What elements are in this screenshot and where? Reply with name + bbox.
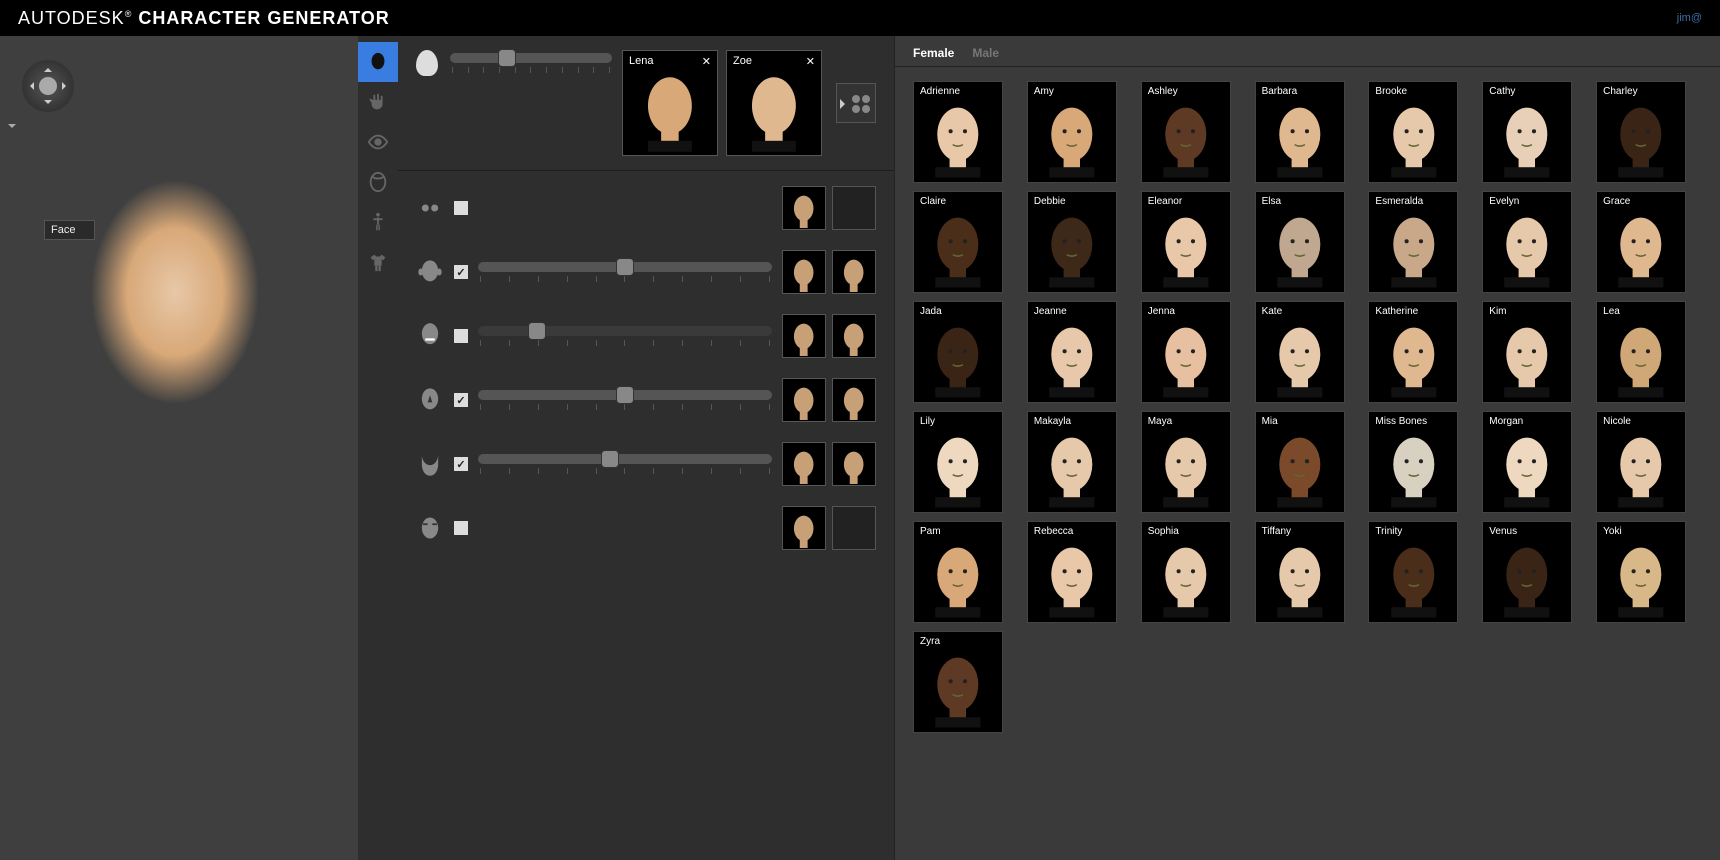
tab-clothing[interactable] — [358, 242, 398, 282]
eyes-thumb-a[interactable] — [782, 186, 826, 230]
viewport-3d[interactable]: Face — [0, 36, 358, 860]
nose-blend-slider[interactable] — [478, 390, 772, 410]
brows-icon — [416, 514, 444, 542]
preset-claire[interactable]: Claire — [913, 191, 1003, 293]
preset-kim[interactable]: Kim — [1482, 301, 1572, 403]
preset-evelyn[interactable]: Evelyn — [1482, 191, 1572, 293]
user-link[interactable]: jim@ — [1677, 12, 1702, 24]
preset-jenna[interactable]: Jenna — [1141, 301, 1231, 403]
feature-row-ears — [416, 249, 876, 295]
preset-zyra[interactable]: Zyra — [913, 631, 1003, 733]
feature-row-nose — [416, 377, 876, 423]
jaw-blend-slider[interactable] — [478, 454, 772, 474]
tab-eye[interactable] — [358, 122, 398, 162]
preset-pam[interactable]: Pam — [913, 521, 1003, 623]
ears-override-checkbox[interactable] — [454, 265, 468, 279]
ears-icon — [416, 258, 444, 286]
remove-source-b[interactable]: ✕ — [806, 55, 815, 68]
mouth-override-checkbox[interactable] — [454, 329, 468, 343]
preset-brooke[interactable]: Brooke — [1368, 81, 1458, 183]
gender-tab-male[interactable]: Male — [972, 46, 999, 60]
eyes-icon — [416, 194, 444, 222]
preset-nicole[interactable]: Nicole — [1596, 411, 1686, 513]
mouth-thumb-b[interactable] — [832, 314, 876, 358]
preset-elsa[interactable]: Elsa — [1255, 191, 1345, 293]
orbit-control[interactable] — [22, 60, 74, 112]
preset-esmeralda[interactable]: Esmeralda — [1368, 191, 1458, 293]
feature-row-jaw — [416, 441, 876, 487]
nose-thumb-b[interactable] — [832, 378, 876, 422]
app-header: AUTODESK® CHARACTER GENERATOR jim@ — [0, 0, 1720, 36]
preset-gallery: Female Male Adrienne Amy Ashley Barbara Brook… — [894, 36, 1720, 860]
preset-rebecca[interactable]: Rebecca — [1027, 521, 1117, 623]
gender-tabs: Female Male — [895, 36, 1720, 67]
gender-tab-female[interactable]: Female — [913, 46, 954, 60]
preset-charley[interactable]: Charley — [1596, 81, 1686, 183]
eyes-thumb-b[interactable] — [832, 186, 876, 230]
tab-hair[interactable] — [358, 162, 398, 202]
nose-icon — [416, 386, 444, 414]
preset-lily[interactable]: Lily — [913, 411, 1003, 513]
preset-maya[interactable]: Maya — [1141, 411, 1231, 513]
preset-adrienne[interactable]: Adrienne — [913, 81, 1003, 183]
nose-override-checkbox[interactable] — [454, 393, 468, 407]
category-tabs — [358, 36, 398, 860]
character-preview — [70, 156, 280, 496]
nose-thumb-a[interactable] — [782, 378, 826, 422]
preset-lea[interactable]: Lea — [1596, 301, 1686, 403]
eyes-override-checkbox[interactable] — [454, 201, 468, 215]
jaw-icon — [416, 450, 444, 478]
tab-hand[interactable] — [358, 82, 398, 122]
preset-tiffany[interactable]: Tiffany — [1255, 521, 1345, 623]
jaw-override-checkbox[interactable] — [454, 457, 468, 471]
preset-eleanor[interactable]: Eleanor — [1141, 191, 1231, 293]
preset-makayla[interactable]: Makayla — [1027, 411, 1117, 513]
preset-ashley[interactable]: Ashley — [1141, 81, 1231, 183]
mouth-thumb-a[interactable] — [782, 314, 826, 358]
preset-jeanne[interactable]: Jeanne — [1027, 301, 1117, 403]
jaw-thumb-a[interactable] — [782, 442, 826, 486]
preset-miss-bones[interactable]: Miss Bones — [1368, 411, 1458, 513]
mouth-blend-slider[interactable] — [478, 326, 772, 346]
brows-override-checkbox[interactable] — [454, 521, 468, 535]
blend-panel: Lena ✕ Zoe ✕ — [398, 36, 894, 860]
ears-thumb-b[interactable] — [832, 250, 876, 294]
tab-face[interactable] — [358, 42, 398, 82]
jaw-thumb-b[interactable] — [832, 442, 876, 486]
brows-thumb-a[interactable] — [782, 506, 826, 550]
preset-sophia[interactable]: Sophia — [1141, 521, 1231, 623]
preset-venus[interactable]: Venus — [1482, 521, 1572, 623]
preset-grace[interactable]: Grace — [1596, 191, 1686, 293]
face-icon — [416, 50, 438, 76]
tab-body[interactable] — [358, 202, 398, 242]
preset-amy[interactable]: Amy — [1027, 81, 1117, 183]
preset-katherine[interactable]: Katherine — [1368, 301, 1458, 403]
preset-kate[interactable]: Kate — [1255, 301, 1345, 403]
mouth-icon — [416, 322, 444, 350]
feature-row-brows — [416, 505, 876, 551]
preset-cathy[interactable]: Cathy — [1482, 81, 1572, 183]
preset-morgan[interactable]: Morgan — [1482, 411, 1572, 513]
brows-thumb-b[interactable] — [832, 506, 876, 550]
source-b-slot[interactable]: Zoe ✕ — [726, 50, 822, 156]
preset-debbie[interactable]: Debbie — [1027, 191, 1117, 293]
ears-blend-slider[interactable] — [478, 262, 772, 282]
feature-row-eyes — [416, 185, 876, 231]
toggle-gallery-button[interactable] — [836, 83, 876, 123]
feature-row-mouth — [416, 313, 876, 359]
app-title: AUTODESK® CHARACTER GENERATOR — [18, 8, 390, 29]
remove-source-a[interactable]: ✕ — [702, 55, 711, 68]
global-blend-slider[interactable] — [450, 53, 612, 73]
preset-barbara[interactable]: Barbara — [1255, 81, 1345, 183]
preset-mia[interactable]: Mia — [1255, 411, 1345, 513]
ears-thumb-a[interactable] — [782, 250, 826, 294]
source-a-slot[interactable]: Lena ✕ — [622, 50, 718, 156]
preset-jada[interactable]: Jada — [913, 301, 1003, 403]
preset-trinity[interactable]: Trinity — [1368, 521, 1458, 623]
preset-yoki[interactable]: Yoki — [1596, 521, 1686, 623]
